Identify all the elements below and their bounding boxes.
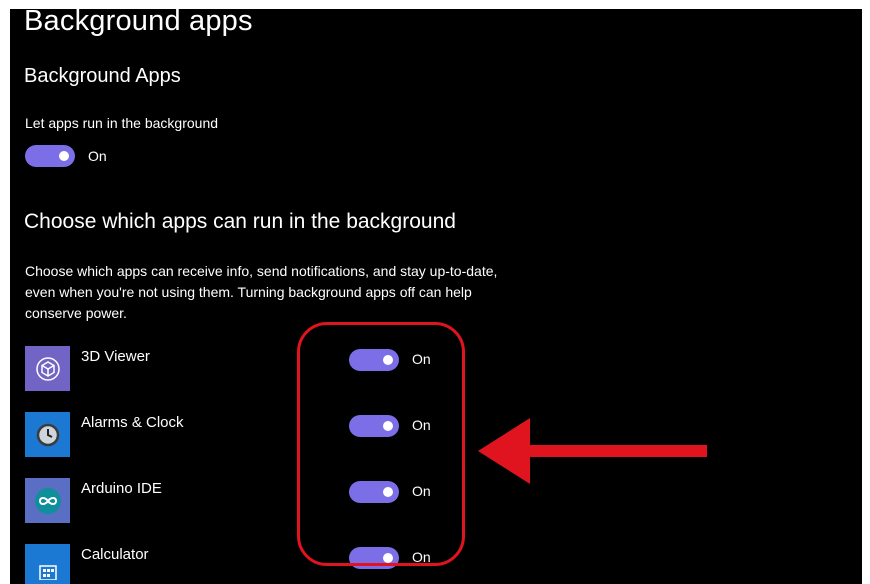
app-name: Arduino IDE xyxy=(81,480,162,497)
infinity-icon xyxy=(34,487,61,514)
app-tile xyxy=(25,346,70,391)
toggle-knob xyxy=(383,355,393,365)
app-name: Alarms & Clock xyxy=(81,414,184,431)
toggle-knob xyxy=(383,553,393,563)
cube-icon xyxy=(35,356,60,381)
app-name: Calculator xyxy=(81,546,149,563)
app-toggle-state: On xyxy=(412,549,431,565)
app-background-toggle[interactable] xyxy=(349,349,399,371)
app-tile xyxy=(25,544,70,584)
app-tile xyxy=(25,478,70,523)
choose-apps-section-title: Choose which apps can run in the backgro… xyxy=(24,210,456,233)
app-row-arduino-ide: Arduino IDE On xyxy=(10,478,510,538)
toggle-knob xyxy=(59,151,69,161)
app-background-toggle[interactable] xyxy=(349,415,399,437)
app-toggle-state: On xyxy=(412,351,431,367)
calculator-icon xyxy=(38,564,57,580)
let-apps-run-state: On xyxy=(88,148,107,164)
background-apps-section-title: Background Apps xyxy=(24,65,181,87)
app-row-calculator: Calculator On xyxy=(10,544,510,584)
toggle-knob xyxy=(383,487,393,497)
app-row-alarms-clock: Alarms & Clock On xyxy=(10,412,510,472)
app-toggle-state: On xyxy=(412,417,431,433)
settings-window: Background apps Background Apps Let apps… xyxy=(10,9,862,584)
clock-icon xyxy=(36,423,59,446)
let-apps-run-label: Let apps run in the background xyxy=(25,115,219,131)
app-background-toggle[interactable] xyxy=(349,547,399,569)
toggle-knob xyxy=(383,421,393,431)
app-toggle-state: On xyxy=(412,483,431,499)
page-title: Background apps xyxy=(24,9,253,37)
app-row-3d-viewer: 3D Viewer On xyxy=(10,346,510,406)
app-name: 3D Viewer xyxy=(81,348,150,365)
app-background-toggle[interactable] xyxy=(349,481,399,503)
choose-apps-description: Choose which apps can receive info, send… xyxy=(25,263,498,321)
let-apps-run-toggle[interactable] xyxy=(25,145,75,167)
app-tile xyxy=(25,412,70,457)
